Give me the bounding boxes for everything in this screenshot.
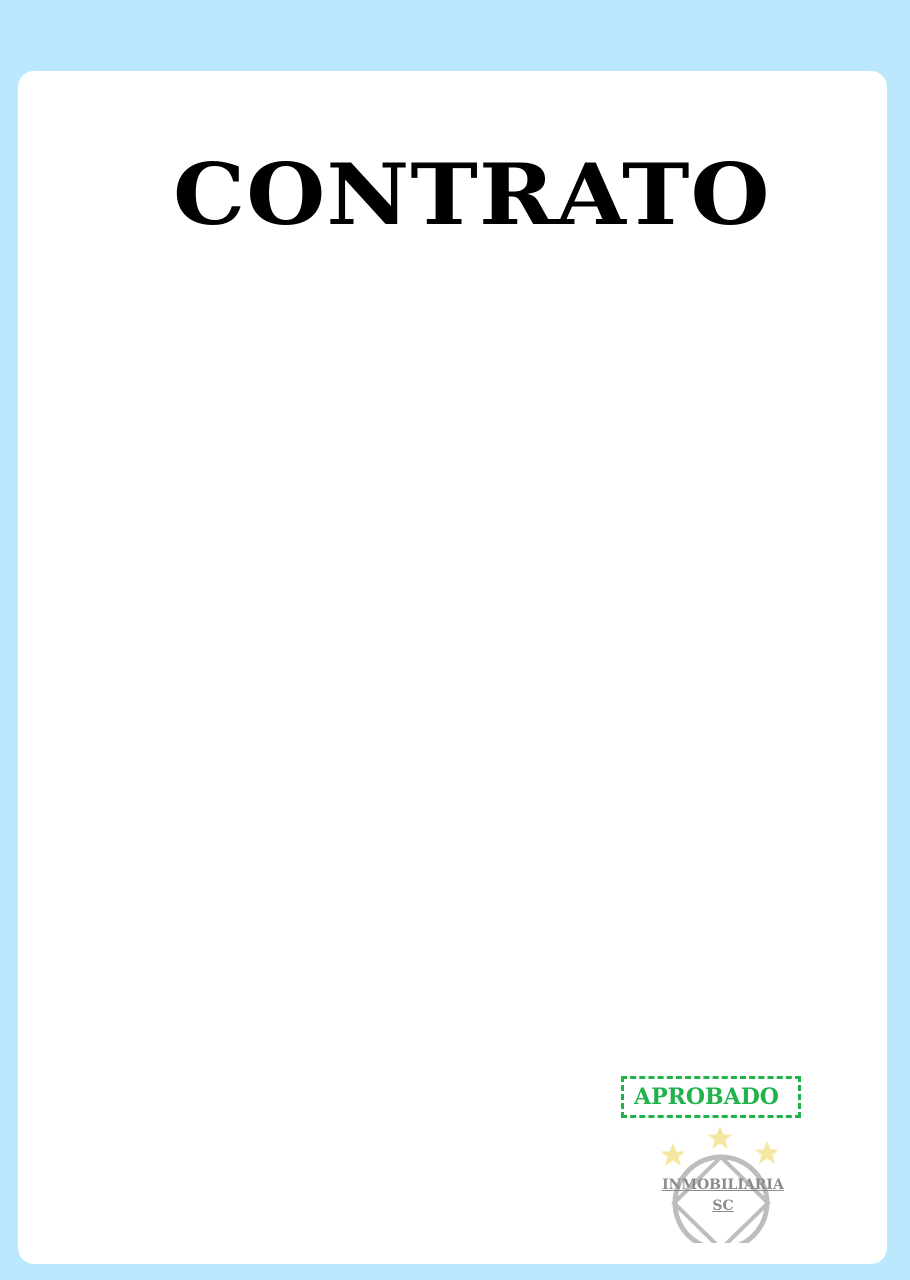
star-icon (661, 1143, 685, 1166)
star-icon (708, 1126, 732, 1149)
seal-line-1: INMOBILIARIA (662, 1177, 784, 1193)
document-sheet: CONTRATO APROBADO INMOBILIARIA SC (18, 71, 887, 1264)
document-title: CONTRATO (173, 145, 771, 244)
seal-line-2: SC (712, 1198, 734, 1214)
approved-stamp: APROBADO (621, 1076, 801, 1118)
star-icon (755, 1141, 779, 1164)
approved-stamp-label: APROBADO (634, 1084, 779, 1110)
company-seal: INMOBILIARIA SC (648, 1123, 798, 1252)
